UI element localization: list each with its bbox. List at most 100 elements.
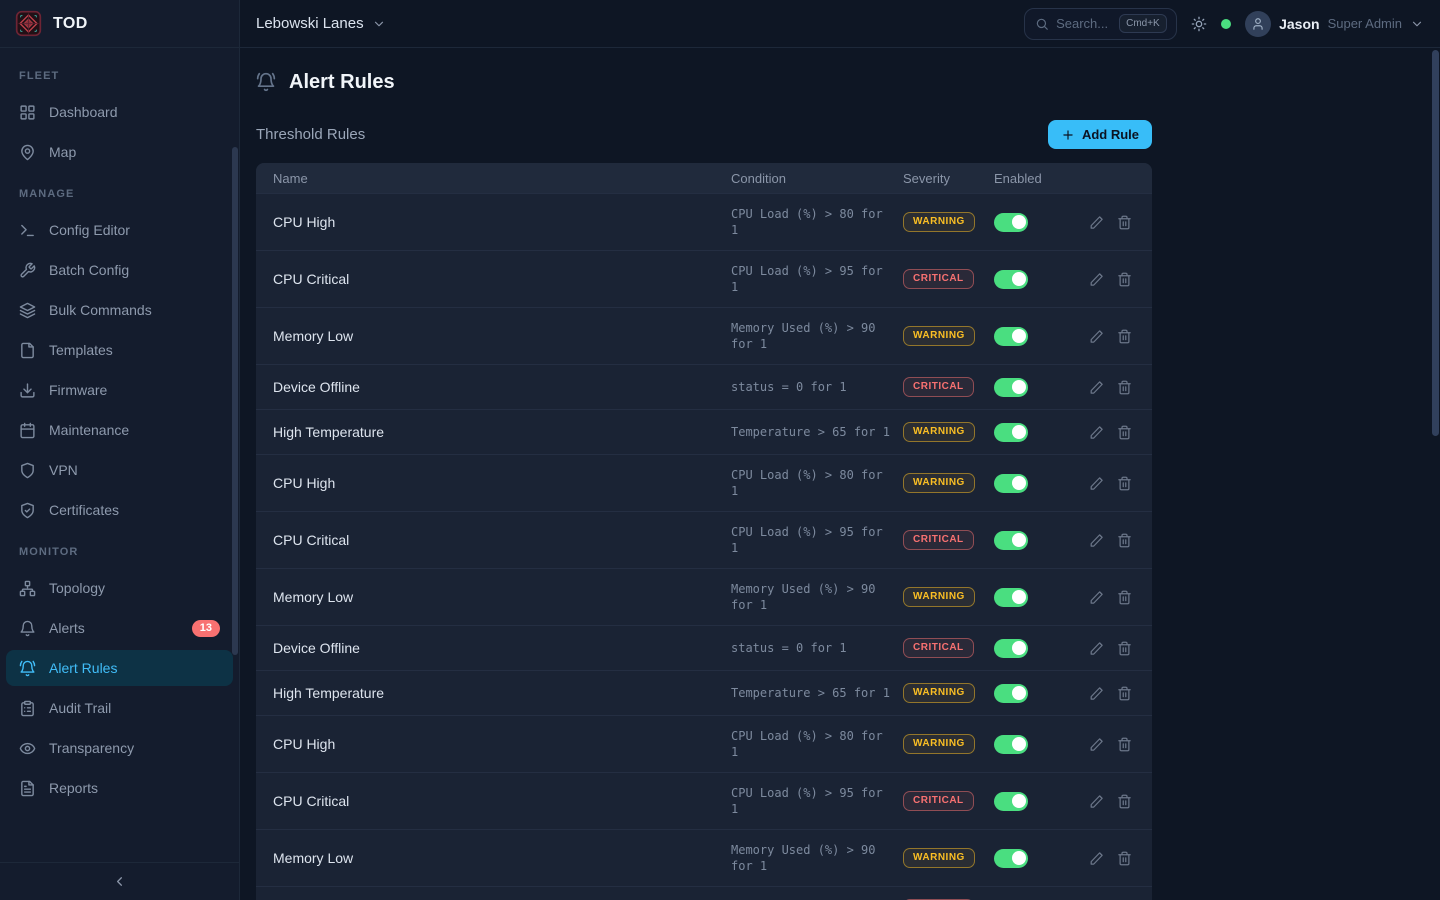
sidebar-item-label: Templates xyxy=(49,342,113,358)
enabled-toggle[interactable] xyxy=(994,378,1028,397)
threshold-rules-table: NameConditionSeverityEnabled CPU High CP… xyxy=(256,163,1152,900)
column-header-name: Name xyxy=(273,171,731,186)
enabled-toggle[interactable] xyxy=(994,849,1028,868)
table-body: CPU High CPU Load (%) > 80 for 1 WARNING… xyxy=(256,193,1152,900)
edit-rule-button[interactable] xyxy=(1089,794,1104,809)
enabled-toggle[interactable] xyxy=(994,639,1028,658)
sidebar-item-config-editor[interactable]: Config Editor xyxy=(6,212,233,248)
table-row: High Temperature Temperature > 65 for 1 … xyxy=(256,670,1152,715)
enabled-toggle[interactable] xyxy=(994,588,1028,607)
delete-rule-button[interactable] xyxy=(1117,590,1132,605)
sidebar-item-map[interactable]: Map xyxy=(6,134,233,170)
delete-rule-button[interactable] xyxy=(1117,380,1132,395)
delete-rule-button[interactable] xyxy=(1117,686,1132,701)
enabled-toggle[interactable] xyxy=(994,735,1028,754)
table-row: Memory Low Memory Used (%) > 90 for 1 WA… xyxy=(256,829,1152,886)
main-scrollbar-thumb[interactable] xyxy=(1432,50,1439,436)
edit-rule-button[interactable] xyxy=(1089,425,1104,440)
trash-icon xyxy=(1117,476,1132,491)
severity-badge: WARNING xyxy=(903,587,975,607)
sidebar-item-batch-config[interactable]: Batch Config xyxy=(6,252,233,288)
sidebar-item-label: Firmware xyxy=(49,382,107,398)
edit-rule-button[interactable] xyxy=(1089,215,1104,230)
enabled-toggle[interactable] xyxy=(994,270,1028,289)
rule-condition: Temperature > 65 for 1 xyxy=(731,424,891,440)
sidebar-item-topology[interactable]: Topology xyxy=(6,570,233,606)
table-row: High Temperature Temperature > 65 for 1 … xyxy=(256,409,1152,454)
severity-badge: WARNING xyxy=(903,848,975,868)
edit-rule-button[interactable] xyxy=(1089,329,1104,344)
delete-rule-button[interactable] xyxy=(1117,737,1132,752)
clipboard-icon xyxy=(19,700,36,717)
enabled-toggle[interactable] xyxy=(994,423,1028,442)
delete-rule-button[interactable] xyxy=(1117,851,1132,866)
sidebar-item-transparency[interactable]: Transparency xyxy=(6,730,233,766)
enabled-toggle[interactable] xyxy=(994,684,1028,703)
edit-rule-button[interactable] xyxy=(1089,476,1104,491)
shield-icon xyxy=(19,462,36,479)
edit-rule-button[interactable] xyxy=(1089,737,1104,752)
sidebar-item-maintenance[interactable]: Maintenance xyxy=(6,412,233,448)
add-rule-button[interactable]: Add Rule xyxy=(1048,120,1152,149)
edit-rule-button[interactable] xyxy=(1089,272,1104,287)
enabled-toggle[interactable] xyxy=(994,792,1028,811)
enabled-toggle[interactable] xyxy=(994,327,1028,346)
sidebar-item-firmware[interactable]: Firmware xyxy=(6,372,233,408)
sidebar-scrollbar-thumb[interactable] xyxy=(232,147,238,655)
sidebar-item-dashboard[interactable]: Dashboard xyxy=(6,94,233,130)
chevron-down-icon xyxy=(1410,17,1424,31)
user-menu[interactable]: Jason Super Admin xyxy=(1245,11,1424,37)
delete-rule-button[interactable] xyxy=(1117,272,1132,287)
severity-badge: WARNING xyxy=(903,473,975,493)
nav-section-fleet: FLEET Dashboard Map xyxy=(6,56,233,170)
table-row: CPU High CPU Load (%) > 80 for 1 WARNING xyxy=(256,193,1152,250)
edit-rule-button[interactable] xyxy=(1089,533,1104,548)
delete-rule-button[interactable] xyxy=(1117,425,1132,440)
pencil-icon xyxy=(1089,329,1104,344)
row-actions xyxy=(1080,425,1132,440)
sidebar-item-bulk-commands[interactable]: Bulk Commands xyxy=(6,292,233,328)
enabled-toggle[interactable] xyxy=(994,474,1028,493)
edit-rule-button[interactable] xyxy=(1089,380,1104,395)
enabled-toggle[interactable] xyxy=(994,531,1028,550)
sidebar-item-certificates[interactable]: Certificates xyxy=(6,492,233,528)
sidebar-item-templates[interactable]: Templates xyxy=(6,332,233,368)
delete-rule-button[interactable] xyxy=(1117,533,1132,548)
org-name: Lebowski Lanes xyxy=(256,15,364,32)
edit-rule-button[interactable] xyxy=(1089,851,1104,866)
sidebar-item-reports[interactable]: Reports xyxy=(6,770,233,806)
rule-name: CPU High xyxy=(273,736,731,752)
table-row: CPU Critical CPU Load (%) > 95 for 1 CRI… xyxy=(256,250,1152,307)
delete-rule-button[interactable] xyxy=(1117,476,1132,491)
search-box[interactable]: Cmd+K xyxy=(1024,8,1177,40)
trash-icon xyxy=(1117,533,1132,548)
bell-icon xyxy=(19,620,36,637)
org-switcher[interactable]: Lebowski Lanes xyxy=(256,15,386,32)
chevron-down-icon xyxy=(372,17,386,31)
delete-rule-button[interactable] xyxy=(1117,641,1132,656)
row-actions xyxy=(1080,590,1132,605)
edit-rule-button[interactable] xyxy=(1089,686,1104,701)
sidebar-item-label: Topology xyxy=(49,580,105,596)
nav-section-manage: MANAGE Config Editor Batch Config Bulk C… xyxy=(6,174,233,528)
delete-rule-button[interactable] xyxy=(1117,329,1132,344)
enabled-toggle[interactable] xyxy=(994,213,1028,232)
sidebar-item-alerts[interactable]: Alerts 13 xyxy=(6,610,233,646)
topology-icon xyxy=(19,580,36,597)
sidebar-item-alert-rules[interactable]: Alert Rules xyxy=(6,650,233,686)
delete-rule-button[interactable] xyxy=(1117,794,1132,809)
sidebar-item-vpn[interactable]: VPN xyxy=(6,452,233,488)
sidebar-item-audit-trail[interactable]: Audit Trail xyxy=(6,690,233,726)
severity-badge: WARNING xyxy=(903,683,975,703)
edit-rule-button[interactable] xyxy=(1089,590,1104,605)
search-input[interactable] xyxy=(1056,16,1112,31)
delete-rule-button[interactable] xyxy=(1117,215,1132,230)
sun-icon xyxy=(1191,16,1207,32)
section-header: Threshold Rules Add Rule xyxy=(256,120,1152,149)
row-actions xyxy=(1080,380,1132,395)
theme-toggle-button[interactable] xyxy=(1191,16,1207,32)
edit-rule-button[interactable] xyxy=(1089,641,1104,656)
sidebar-collapse-button[interactable] xyxy=(0,862,239,900)
sidebar-item-label: Bulk Commands xyxy=(49,302,152,318)
row-actions xyxy=(1080,686,1132,701)
